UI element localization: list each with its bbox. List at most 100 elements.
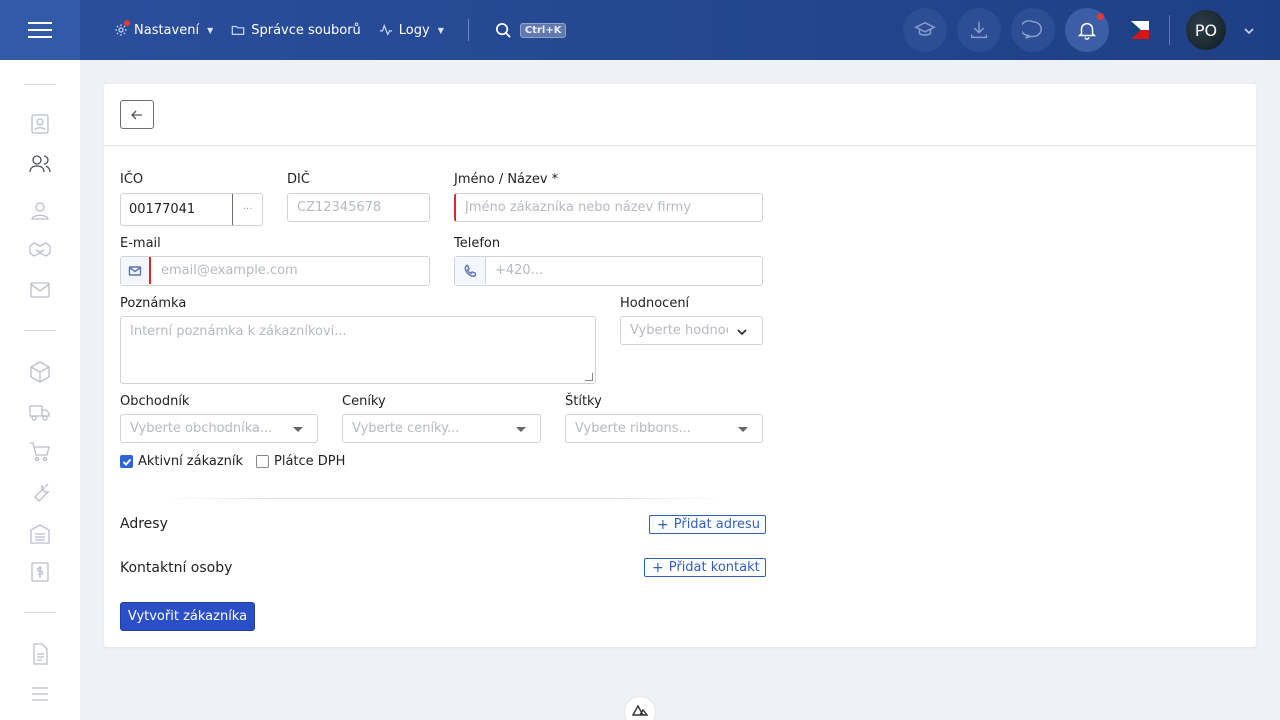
- dic-placeholder: CZ12345678: [297, 200, 382, 215]
- sidebar-item-orders[interactable]: [28, 440, 52, 464]
- email-placeholder: email@example.com: [161, 263, 298, 278]
- dic-input[interactable]: CZ12345678: [287, 193, 430, 222]
- user-avatar[interactable]: PO: [1186, 10, 1226, 50]
- back-button[interactable]: [120, 100, 154, 129]
- search-button[interactable]: Ctrl+K: [495, 22, 567, 39]
- sidebar-item-shipping[interactable]: [28, 400, 52, 424]
- box-icon: [30, 361, 50, 383]
- menu-toggle-button[interactable]: [0, 0, 80, 60]
- truck-icon: [29, 405, 50, 421]
- handshake-icon: [29, 242, 51, 257]
- add-address-button[interactable]: + Přidat adresu: [649, 515, 767, 534]
- pricelists-placeholder: Vyberte ceníky...: [352, 421, 460, 436]
- search-icon: [495, 22, 511, 38]
- download-icon: [970, 21, 988, 39]
- nav-logs[interactable]: Logy ▼: [379, 23, 444, 38]
- ico-value: 00177041: [129, 202, 196, 217]
- mail-icon: [128, 265, 142, 276]
- notifications-button[interactable]: [1065, 8, 1109, 52]
- sidebar-item-mail[interactable]: [28, 278, 52, 302]
- nav-settings-label: Nastavení: [134, 22, 200, 38]
- caret-down-icon: [516, 427, 526, 432]
- contacts-title: Kontaktní osoby: [120, 560, 233, 576]
- sidebar-item-documents[interactable]: [28, 642, 52, 666]
- tags-placeholder: Vyberte ribbons...: [575, 421, 691, 436]
- add-contact-label: Přidat kontakt: [668, 560, 760, 575]
- salesman-placeholder: Vyberte obchodníka...: [130, 421, 273, 436]
- notification-dot: [1097, 13, 1104, 20]
- dollar-icon: [31, 562, 49, 582]
- devtools-toggle[interactable]: [625, 697, 655, 720]
- graduation-cap-icon: [914, 21, 936, 36]
- nav-settings[interactable]: Nastavení ▼: [114, 19, 213, 38]
- checkbox-checked[interactable]: [120, 455, 133, 468]
- phone-addon: [455, 257, 486, 284]
- caret-down-icon: [293, 427, 303, 432]
- section-divider: [164, 498, 724, 499]
- phone-label: Telefon: [454, 236, 501, 251]
- sidebar-item-service[interactable]: [28, 480, 52, 504]
- ico-field[interactable]: 00177041 ···: [120, 193, 263, 226]
- sidebar-item-finance[interactable]: [28, 560, 52, 584]
- sidebar-divider: [24, 330, 56, 331]
- plus-icon: +: [652, 559, 664, 576]
- vat-payer-checkbox[interactable]: Plátce DPH: [256, 454, 345, 469]
- ico-label: IČO: [120, 172, 144, 187]
- downloads-button[interactable]: [957, 8, 1001, 52]
- sidebar-item-location[interactable]: [28, 198, 52, 222]
- warehouse-icon: [30, 524, 50, 544]
- ico-lookup-button[interactable]: ···: [232, 194, 262, 225]
- chat-bubble-icon: [1022, 20, 1042, 39]
- note-placeholder: Interní poznámka k zákazníkovi...: [130, 324, 347, 339]
- tags-select[interactable]: Vyberte ribbons...: [565, 414, 763, 443]
- cart-icon: [30, 442, 50, 462]
- nav-logs-label: Logy: [398, 22, 430, 38]
- sidebar-item-warehouse[interactable]: [28, 522, 52, 546]
- academy-button[interactable]: [903, 8, 947, 52]
- loading-dots-icon: ···: [242, 204, 253, 215]
- note-label: Poznámka: [120, 296, 187, 311]
- create-customer-button[interactable]: Vytvořit zákazníka: [120, 602, 255, 631]
- sidebar-item-customers[interactable]: [28, 152, 52, 176]
- name-label: Jméno / Název *: [454, 172, 559, 187]
- email-addon: [121, 257, 151, 284]
- top-bar: Nastavení ▼ Správce souborů Logy ▼ Ctrl+…: [0, 0, 1280, 60]
- active-customer-checkbox[interactable]: Aktivní zákazník: [120, 454, 243, 469]
- wrench-icon: [34, 483, 51, 502]
- vat-payer-label: Plátce DPH: [274, 454, 346, 469]
- add-contact-button[interactable]: + Přidat kontakt: [644, 558, 766, 577]
- nav-divider: [467, 19, 469, 41]
- phone-icon: [464, 264, 477, 277]
- note-textarea[interactable]: Interní poznámka k zákazníkovi...: [120, 316, 596, 384]
- dic-label: DIČ: [287, 172, 310, 187]
- header-divider: [1169, 15, 1170, 45]
- chevron-down-icon: [736, 326, 748, 338]
- users-icon: [29, 155, 51, 173]
- resize-handle[interactable]: [585, 373, 593, 381]
- name-input[interactable]: Jméno zákazníka nebo název firmy: [454, 193, 763, 222]
- nuxt-logo-icon: [632, 704, 648, 716]
- czech-flag-icon[interactable]: [1131, 21, 1149, 39]
- add-address-label: Přidat adresu: [673, 517, 761, 532]
- sidebar-item-contacts[interactable]: [28, 112, 52, 136]
- chevron-down-icon: [1244, 28, 1254, 35]
- checkbox-unchecked[interactable]: [256, 455, 269, 468]
- folder-icon: [231, 25, 245, 35]
- active-customer-label: Aktivní zákazník: [138, 454, 244, 469]
- sidebar: [0, 60, 80, 720]
- nav-file-manager[interactable]: Správce souborů: [231, 23, 361, 38]
- hamburger-icon: [28, 29, 52, 31]
- chat-button[interactable]: [1011, 8, 1055, 52]
- salesman-select[interactable]: Vyberte obchodníka...: [120, 414, 318, 443]
- pricelists-select[interactable]: Vyberte ceníky...: [342, 414, 541, 443]
- user-menu-chevron[interactable]: [1244, 25, 1254, 35]
- sidebar-item-products[interactable]: [28, 360, 52, 384]
- sidebar-divider: [24, 84, 56, 85]
- phone-input[interactable]: +420...: [454, 256, 763, 286]
- email-input[interactable]: email@example.com: [120, 256, 430, 286]
- sidebar-item-partners[interactable]: [28, 238, 52, 262]
- sidebar-item-more[interactable]: [28, 682, 52, 706]
- contact-card-icon: [31, 114, 49, 134]
- name-placeholder: Jméno zákazníka nebo název firmy: [465, 200, 692, 215]
- rating-select[interactable]: Vyberte hodnocení: [620, 316, 763, 345]
